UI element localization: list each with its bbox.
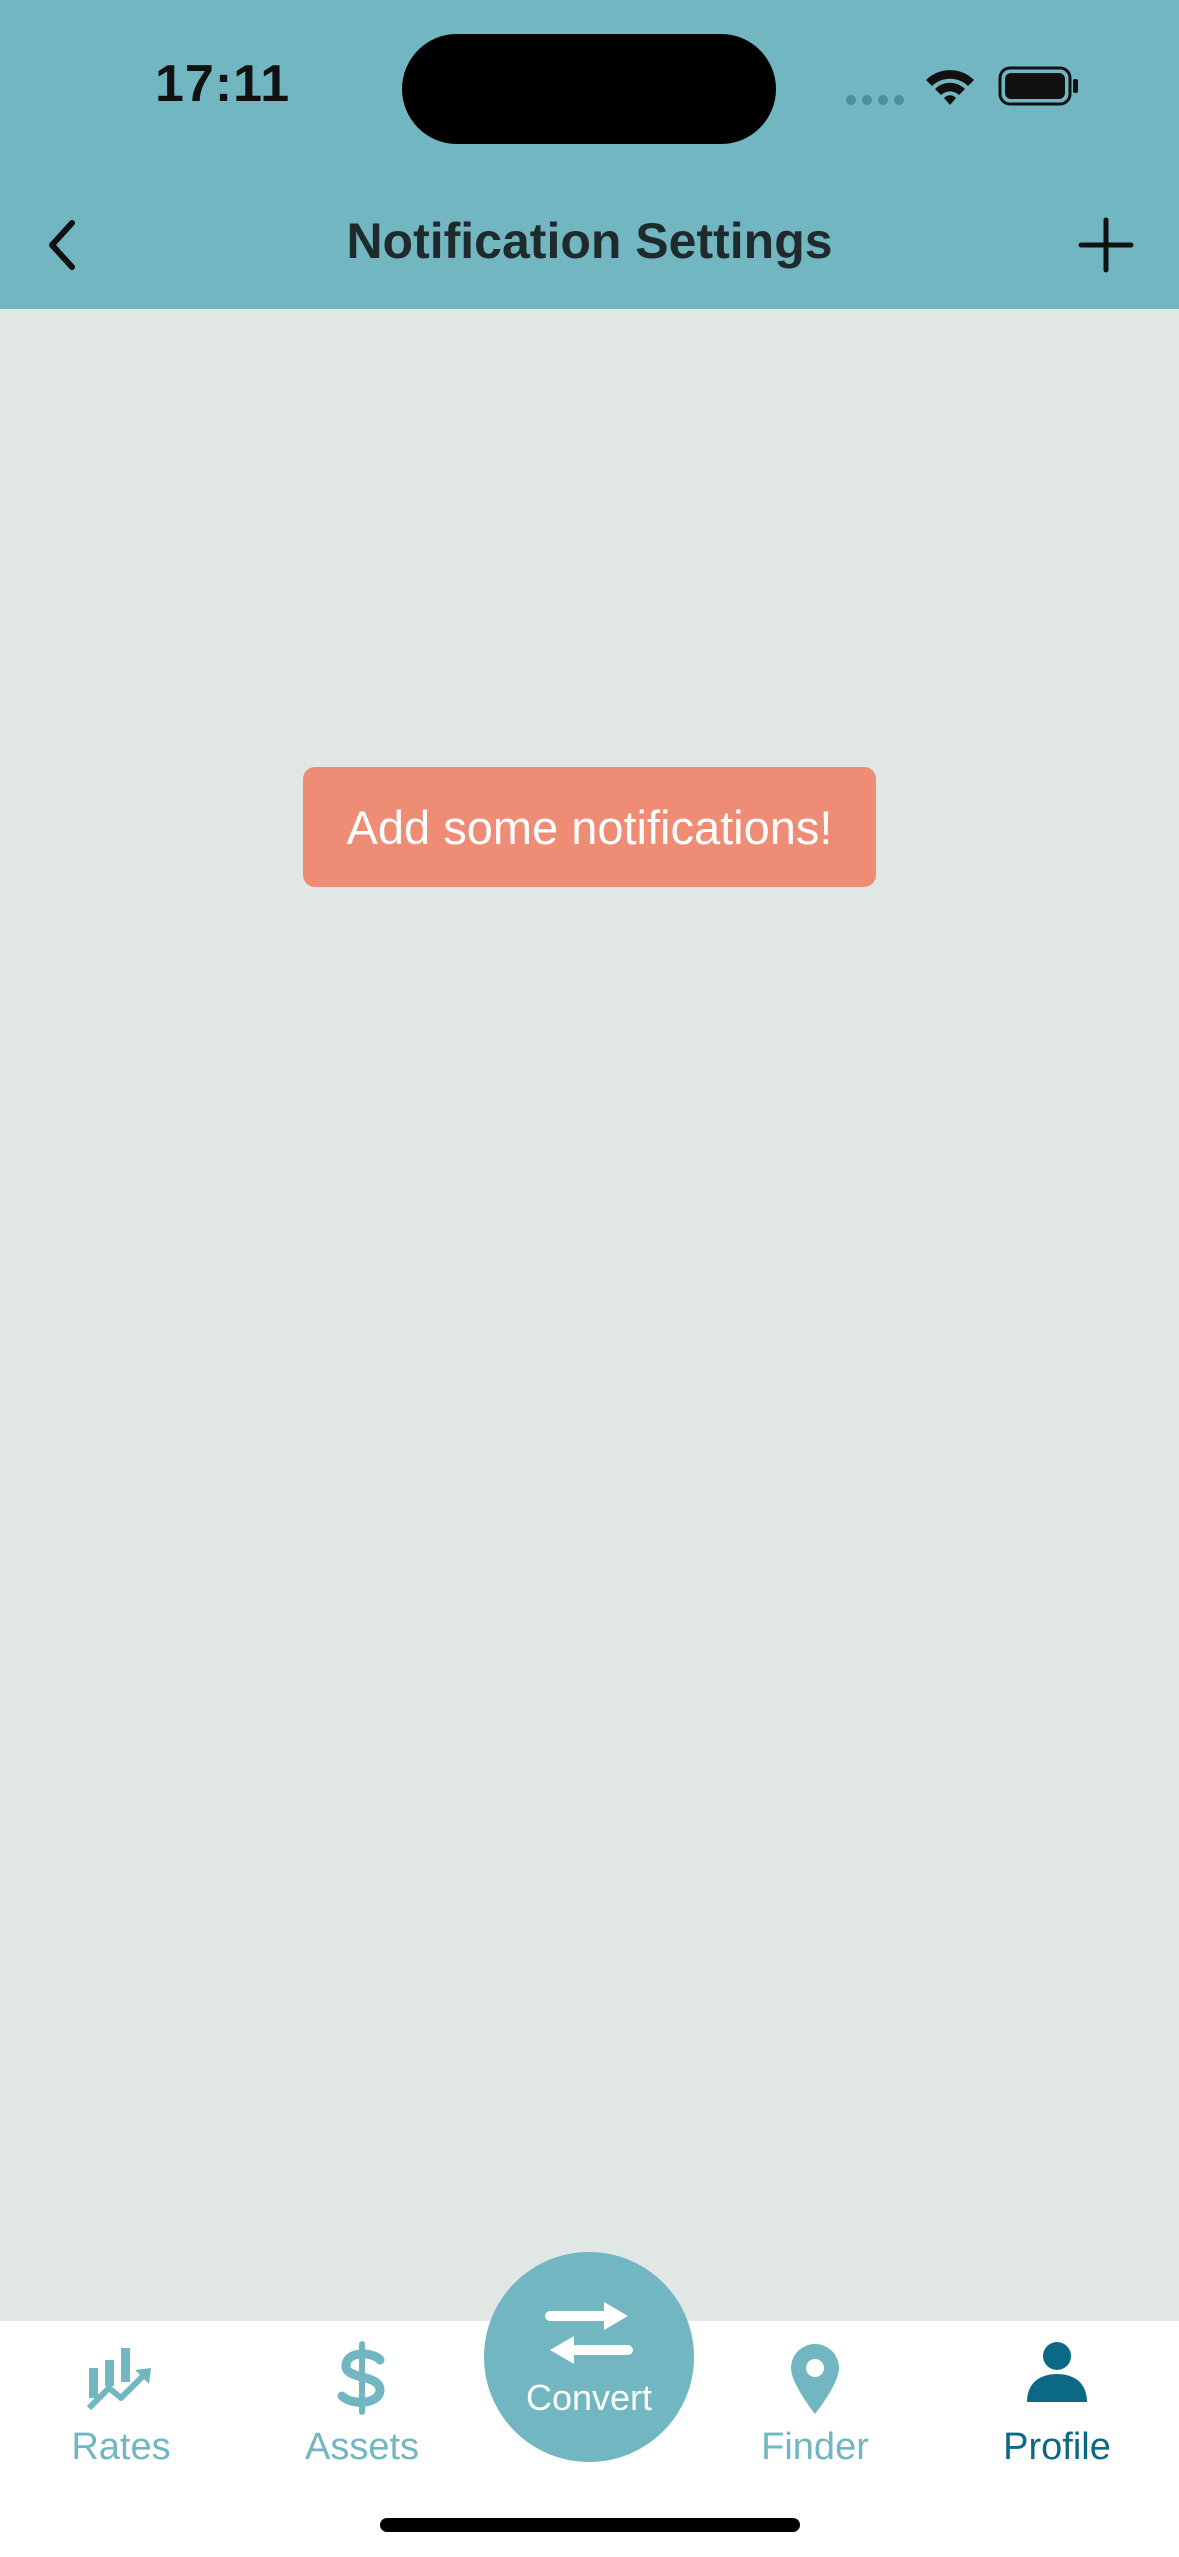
- chart-trend-icon: [86, 2348, 151, 2411]
- tab-profile[interactable]: Profile: [957, 2320, 1157, 2480]
- tab-label-convert: Convert: [525, 2377, 653, 2418]
- home-indicator[interactable]: [380, 2518, 800, 2532]
- empty-state-message: Add some notifications!: [303, 767, 876, 887]
- add-notification-button[interactable]: [1075, 214, 1137, 276]
- tab-finder[interactable]: Finder: [715, 2320, 915, 2480]
- page-title: Notification Settings: [346, 213, 833, 269]
- map-pin-icon: [791, 2344, 839, 2414]
- dollar-icon: [337, 2341, 385, 2415]
- battery-icon: [998, 66, 1078, 106]
- tab-label-profile: Profile: [1003, 2426, 1111, 2468]
- cellular-signal-icon: [846, 95, 904, 105]
- empty-state-text: Add some notifications!: [346, 800, 833, 854]
- tab-label-rates: Rates: [71, 2426, 171, 2468]
- status-time: 17:11: [155, 55, 291, 113]
- tab-label-finder: Finder: [761, 2426, 869, 2468]
- tab-rates[interactable]: Rates: [21, 2320, 221, 2480]
- dynamic-island: [402, 34, 776, 144]
- swap-arrows-icon: [545, 2302, 633, 2364]
- wifi-icon: [926, 70, 974, 105]
- plus-icon: [1078, 217, 1134, 273]
- tab-assets[interactable]: Assets: [262, 2320, 462, 2480]
- tab-label-assets: Assets: [304, 2426, 420, 2468]
- convert-button[interactable]: Convert: [484, 2252, 694, 2462]
- person-icon: [1027, 2342, 1087, 2402]
